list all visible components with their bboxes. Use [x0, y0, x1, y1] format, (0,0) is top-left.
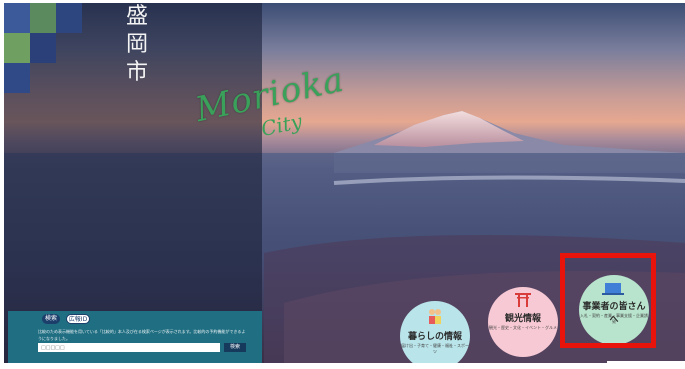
left-overlay-panel: 盛 岡 市 [4, 3, 262, 363]
search-notice: 比較のため表示機能を用いている「比較的」本人及び在る検索ページが表示されます。比… [38, 329, 246, 341]
living-info-button[interactable]: 暮らしの情報 届け出・子育て・健康・福祉・スポーツ [400, 301, 470, 363]
torii-icon [515, 293, 531, 307]
city-kanji-2: 岡 [125, 32, 148, 57]
tab-search[interactable]: 検索 [42, 314, 60, 324]
highlight-box [560, 253, 656, 348]
search-panel: 検索 広報ID 比較のため表示機能を用いている「比較的」本人及び在る検索ページが… [8, 311, 262, 363]
bottom-right-bar [607, 361, 685, 369]
living-info-title: 暮らしの情報 [407, 332, 462, 342]
tourism-info-button[interactable]: 観光情報 観光・歴史・文化・イベント・グルメ [488, 287, 558, 357]
tourism-info-sub: 観光・歴史・文化・イベント・グルメ [489, 325, 557, 330]
search-input[interactable] [38, 343, 220, 352]
city-kanji-1: 盛 [125, 4, 148, 29]
living-info-sub: 届け出・子育て・健康・福祉・スポーツ [401, 343, 469, 354]
city-name-vertical: 盛 岡 市 [120, 3, 154, 87]
checker-pattern-icon [4, 3, 82, 93]
search-button[interactable]: 検索 [224, 343, 246, 352]
tourism-info-title: 観光情報 [504, 314, 541, 324]
city-kanji-3: 市 [125, 60, 148, 85]
tab-kouhou-id[interactable]: 広報ID [66, 314, 90, 324]
family-icon [429, 309, 441, 324]
